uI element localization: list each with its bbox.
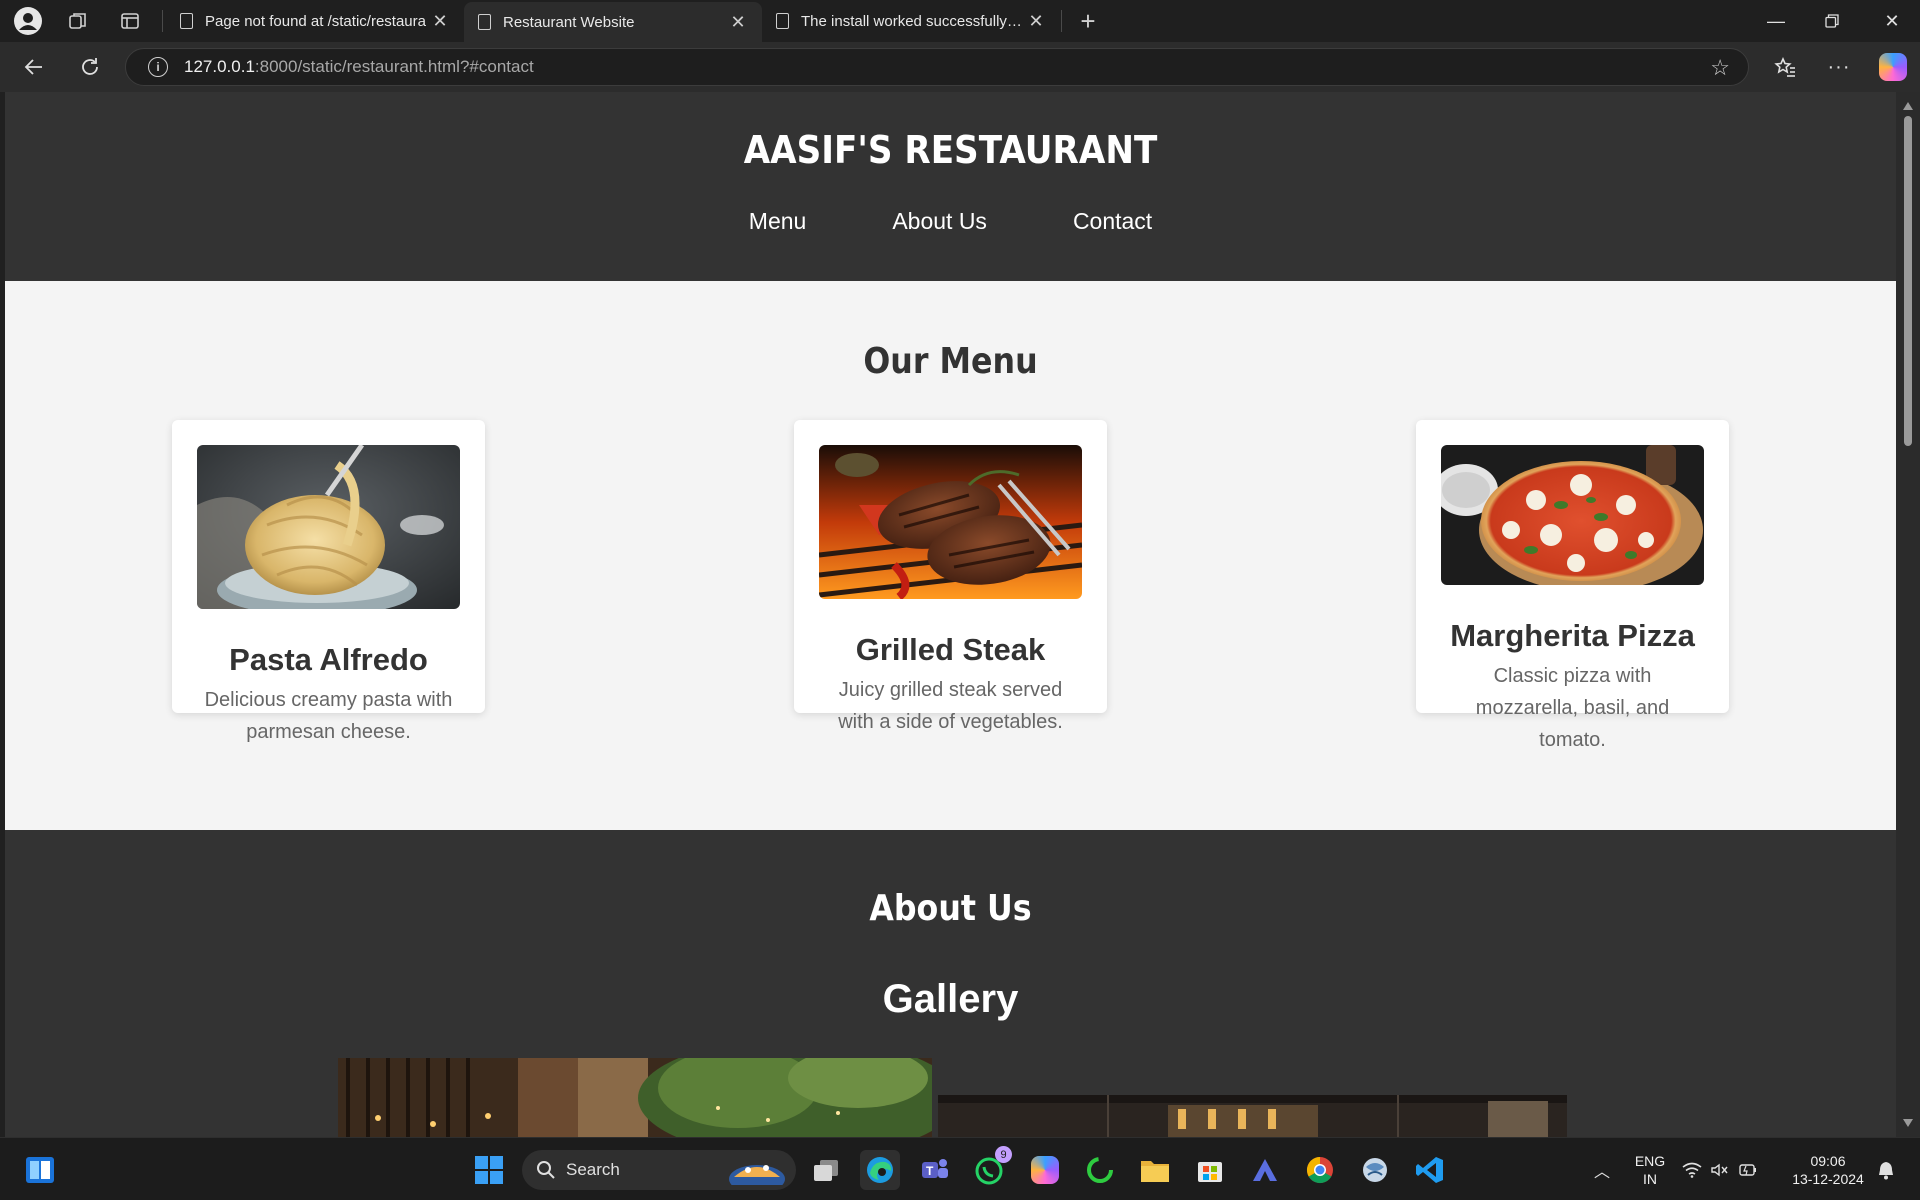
tab-title: The install worked successfully! Co [801,12,1024,30]
site-title: AASIF'S RESTAURANT [743,128,1158,172]
menu-item-name: Pasta Alfredo [229,642,428,677]
favorite-star-icon[interactable]: ☆ [1710,55,1730,81]
about-section-title: About Us [869,888,1032,929]
scroll-up-arrow-icon[interactable] [1903,102,1913,110]
taskbar-search-box[interactable]: Search [522,1150,796,1190]
pizza-image [1441,445,1704,585]
clock-time: 09:06 [1810,1153,1846,1169]
start-icon[interactable] [469,1150,509,1190]
search-label: Search [566,1160,620,1179]
whatsapp-badge: 9 [995,1146,1012,1163]
vscode-icon[interactable] [1410,1150,1450,1190]
pasta-image [197,445,460,609]
page-scrollbar[interactable] [1896,92,1920,1137]
chrome-icon[interactable] [1300,1150,1340,1190]
site-header: AASIF'S RESTAURANT Menu About Us Contact [5,92,1896,281]
file-explorer-icon[interactable] [1135,1150,1175,1190]
nav-link-about-us[interactable]: About Us [892,208,987,235]
tab-install-worked[interactable]: The install worked successfully! Co ✕ [762,0,1060,42]
back-icon[interactable] [10,45,58,89]
profile-icon[interactable] [8,1,48,41]
menu-item-desc: Classic pizza with mozzarella, basil, an… [1475,665,1670,751]
edge-taskbar-icon[interactable] [860,1150,900,1190]
widgets-icon[interactable] [20,1150,60,1190]
task-view-icon[interactable] [806,1150,846,1190]
chevron-up-icon[interactable]: ︿ [1582,1150,1622,1190]
close-window-icon[interactable]: ✕ [1864,0,1920,42]
favorites-icon[interactable] [1758,42,1812,92]
gallery-section-title: Gallery [882,977,1019,1021]
menu-section-title: Our Menu [863,341,1038,382]
menu-card-steak: Grilled Steak Juicy grilled steak served… [794,420,1107,733]
close-icon[interactable]: ✕ [1024,11,1048,32]
teams-icon[interactable]: T [915,1150,955,1190]
clock[interactable]: 09:06 13-12-2024 [1778,1152,1878,1188]
scroll-thumb[interactable] [1904,116,1912,446]
minimize-icon[interactable]: — [1748,0,1804,42]
site-info-icon[interactable]: i [148,57,168,77]
url-path: :8000/static/restaurant.html?#contact [254,57,534,76]
site-nav: Menu About Us Contact [5,208,1896,235]
url-text: 127.0.0.1:8000/static/restaurant.html?#c… [184,57,534,77]
search-icon [537,1161,555,1179]
tab-separator [162,10,163,32]
steak-image [819,445,1082,599]
vertical-tabs-icon[interactable] [110,1,150,41]
whatsapp-icon[interactable]: 9 [970,1146,1012,1190]
volume-muted-icon [1711,1163,1728,1177]
tab-restaurant-website[interactable]: Restaurant Website ✕ [464,2,762,42]
search-highlight-icon [729,1165,785,1185]
system-tray-icons[interactable] [1680,1150,1760,1190]
page-icon [776,13,789,29]
tab-bar: Page not found at /static/restaura ✕ Res… [0,0,1920,42]
taskbar: Search T 9 ︿ ENG IN 09:06 13-12-2024 [0,1137,1920,1200]
url-input[interactable]: i 127.0.0.1:8000/static/restaurant.html?… [125,48,1749,86]
gallery-image-interior [338,1058,932,1137]
menu-item-desc: Delicious creamy pasta with parmesan che… [204,689,453,743]
refresh-app-icon[interactable] [1080,1150,1120,1190]
menu-section: Our Menu Pasta Alfredo Delicious creamy … [5,281,1896,830]
region-code: IN [1643,1171,1657,1187]
tab-page-not-found[interactable]: Page not found at /static/restaura ✕ [166,0,464,42]
battery-icon [1739,1164,1756,1176]
store-icon[interactable] [1190,1150,1230,1190]
menu-item-name: Grilled Steak [855,632,1046,667]
tab-title: Restaurant Website [503,13,635,31]
clock-date: 13-12-2024 [1792,1171,1864,1187]
new-tab-icon[interactable]: + [1068,1,1108,41]
app-triangle-icon[interactable] [1245,1150,1285,1190]
notification-bell-icon[interactable] [1866,1150,1906,1190]
close-icon[interactable]: ✕ [428,11,452,32]
menu-item-name: Margherita Pizza [1450,618,1695,653]
tab-separator [1061,10,1062,32]
language-code: ENG [1634,1153,1666,1169]
url-host: 127.0.0.1 [184,57,255,76]
nav-link-menu[interactable]: Menu [749,208,807,235]
address-bar: i 127.0.0.1:8000/static/restaurant.html?… [0,42,1920,92]
wifi-icon [1682,1162,1702,1178]
app-swirl-icon[interactable] [1355,1150,1395,1190]
menu-card-pizza: Margherita Pizza Classic pizza with mozz… [1416,420,1729,751]
language-indicator[interactable]: ENG IN [1628,1152,1672,1188]
refresh-icon[interactable] [66,45,114,89]
scroll-down-arrow-icon[interactable] [1903,1119,1913,1127]
menu-card-pasta: Pasta Alfredo Delicious creamy pasta wit… [172,420,485,743]
gallery-image-bar [938,1095,1567,1137]
page-icon [478,14,491,30]
copilot-taskbar-icon[interactable] [1025,1150,1065,1190]
copilot-icon[interactable] [1866,42,1920,92]
close-icon[interactable]: ✕ [726,12,750,33]
menu-item-desc: Juicy grilled steak served with a side o… [838,679,1063,733]
restore-icon[interactable] [1804,0,1860,42]
svg-text:T: T [926,1164,934,1178]
more-options-icon[interactable]: ··· [1812,42,1866,92]
page-icon [180,13,193,29]
page-viewport: AASIF'S RESTAURANT Menu About Us Contact… [5,92,1896,1137]
tab-title: Page not found at /static/restaura [205,12,426,30]
workspaces-icon[interactable] [58,1,98,41]
nav-link-contact[interactable]: Contact [1073,208,1152,235]
